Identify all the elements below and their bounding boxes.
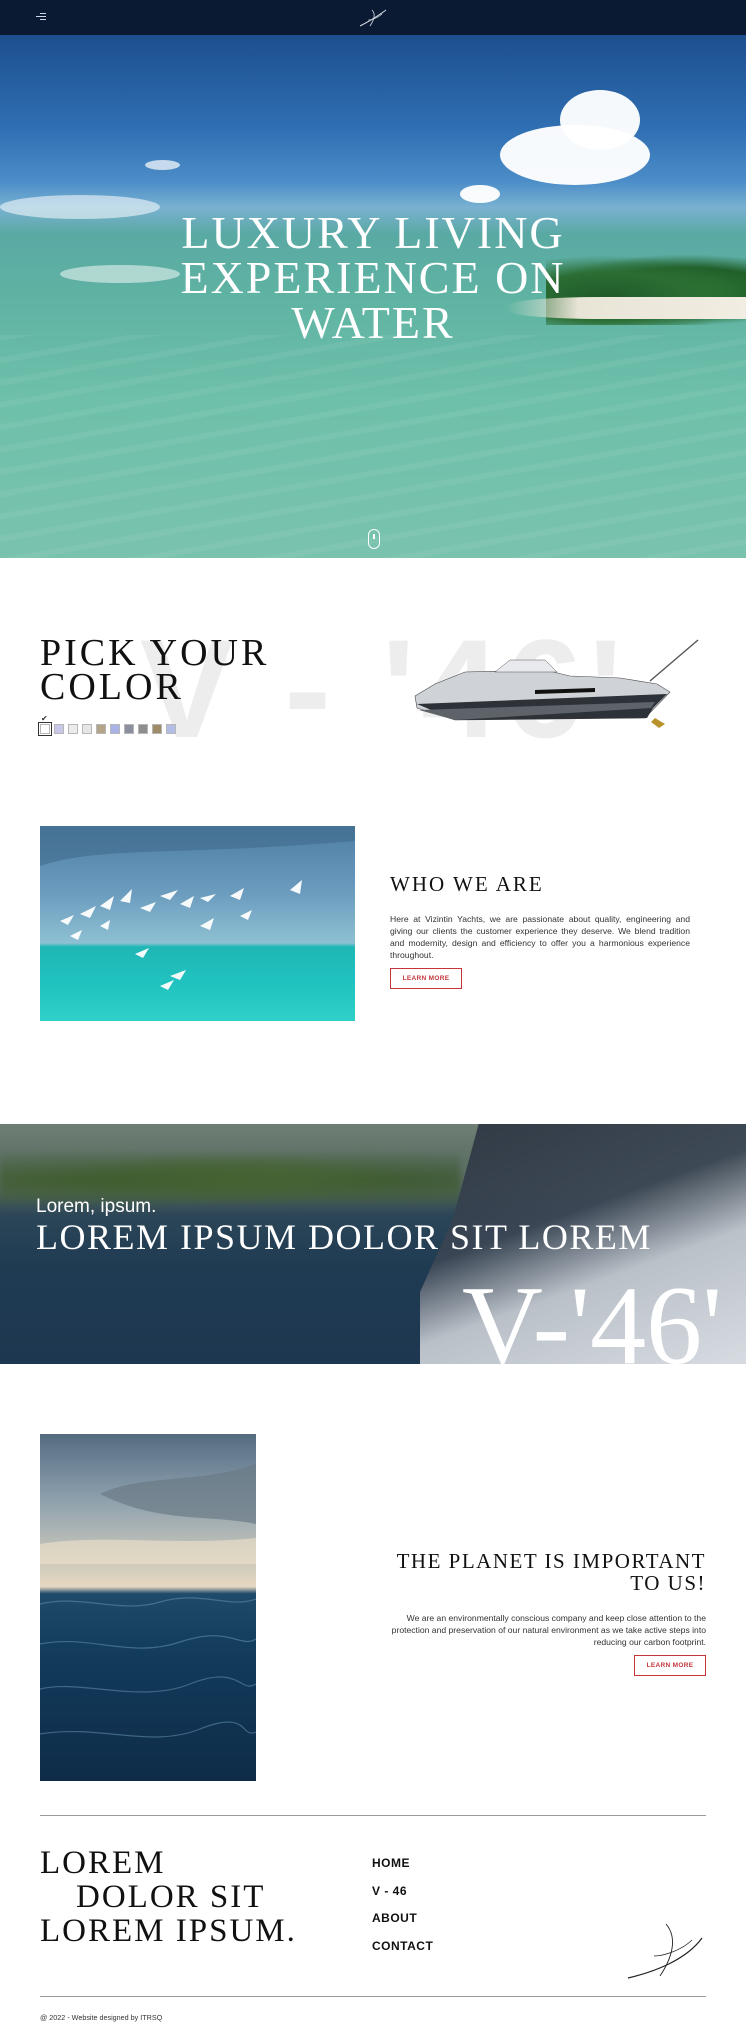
who-learn-more-button[interactable]: LEARN MORE bbox=[390, 968, 462, 989]
pick-color-title: PICK YOUR COLOR bbox=[40, 632, 270, 708]
footer-top-divider bbox=[40, 1815, 706, 1816]
color-swatch[interactable] bbox=[110, 724, 120, 734]
footer-title: LOREM DOLOR SIT LOREM IPSUM. bbox=[40, 1846, 297, 1948]
mouse-scroll-icon[interactable] bbox=[368, 529, 380, 549]
hero-section: LUXURY LIVING EXPERIENCE ON WATER bbox=[0, 35, 746, 558]
cloud bbox=[145, 160, 180, 170]
footer-nav-about[interactable]: ABOUT bbox=[372, 1905, 433, 1933]
banner-title: LOREM IPSUM DOLOR SIT LOREM bbox=[36, 1217, 652, 1257]
color-swatch[interactable] bbox=[82, 724, 92, 734]
footer-nav-v46[interactable]: V - 46 bbox=[372, 1878, 433, 1906]
pick-color-section: V - '46' PICK YOUR COLOR ✔ bbox=[0, 558, 746, 768]
cloud bbox=[460, 185, 500, 203]
planet-title-line: THE PLANET IS IMPORTANT bbox=[396, 1549, 706, 1573]
color-swatch[interactable] bbox=[138, 724, 148, 734]
color-swatches bbox=[38, 722, 176, 736]
copyright-text: @ 2022 - Website designed by ITRSQ bbox=[40, 2013, 163, 2022]
who-we-are-title: WHO WE ARE bbox=[390, 872, 544, 896]
planet-title: THE PLANET IS IMPORTANT TO US! bbox=[366, 1550, 706, 1594]
water-ripples bbox=[0, 335, 746, 558]
footer-nav-contact[interactable]: CONTACT bbox=[372, 1933, 433, 1961]
hero-title-line: EXPERIENCE ON bbox=[180, 252, 566, 303]
seagulls-illustration bbox=[40, 826, 355, 990]
color-swatch[interactable] bbox=[54, 724, 64, 734]
ocean-image bbox=[40, 1434, 256, 1781]
pick-title-line: PICK YOUR bbox=[40, 632, 270, 674]
footer-nav-home[interactable]: HOME bbox=[372, 1850, 433, 1878]
footer-title-line: LOREM bbox=[40, 1845, 166, 1881]
cloud bbox=[560, 90, 640, 150]
planet-title-line: TO US! bbox=[630, 1571, 706, 1595]
seagulls-image bbox=[40, 826, 355, 1021]
ocean-waves-illustration bbox=[40, 1464, 256, 1738]
hero-title: LUXURY LIVING EXPERIENCE ON WATER bbox=[0, 207, 746, 348]
color-swatch[interactable] bbox=[96, 724, 106, 734]
footer-bottom-divider bbox=[40, 1996, 706, 1997]
banner-model-text: V-'46' bbox=[462, 1264, 723, 1388]
selected-check-icon: ✔ bbox=[41, 714, 48, 723]
top-navigation-bar bbox=[0, 0, 746, 35]
planet-text: We are an environmentally conscious comp… bbox=[391, 1613, 706, 1647]
pick-title-line: COLOR bbox=[40, 666, 184, 708]
color-swatch[interactable] bbox=[124, 724, 134, 734]
planet-learn-more-button[interactable]: LEARN MORE bbox=[634, 1655, 706, 1676]
footer-title-line: DOLOR SIT bbox=[76, 1879, 266, 1915]
footer-title-line: LOREM IPSUM. bbox=[40, 1913, 297, 1949]
yacht-image bbox=[414, 639, 699, 728]
color-swatch[interactable] bbox=[152, 724, 162, 734]
footer-nav: HOME V - 46 ABOUT CONTACT bbox=[372, 1850, 433, 1960]
menu-icon[interactable] bbox=[36, 11, 50, 23]
hero-title-line: LUXURY LIVING bbox=[181, 207, 565, 258]
color-swatch[interactable] bbox=[38, 722, 52, 736]
hero-title-line: WATER bbox=[291, 297, 455, 348]
color-swatch[interactable] bbox=[68, 724, 78, 734]
banner-subtitle: Lorem, ipsum. bbox=[36, 1196, 157, 1217]
signature-logo-icon[interactable] bbox=[358, 6, 388, 30]
color-swatch[interactable] bbox=[166, 724, 176, 734]
signature-logo-icon[interactable] bbox=[626, 1920, 704, 1982]
banner-treeline bbox=[0, 1144, 460, 1204]
who-we-are-text: Here at Vizintin Yachts, we are passiona… bbox=[390, 914, 690, 960]
